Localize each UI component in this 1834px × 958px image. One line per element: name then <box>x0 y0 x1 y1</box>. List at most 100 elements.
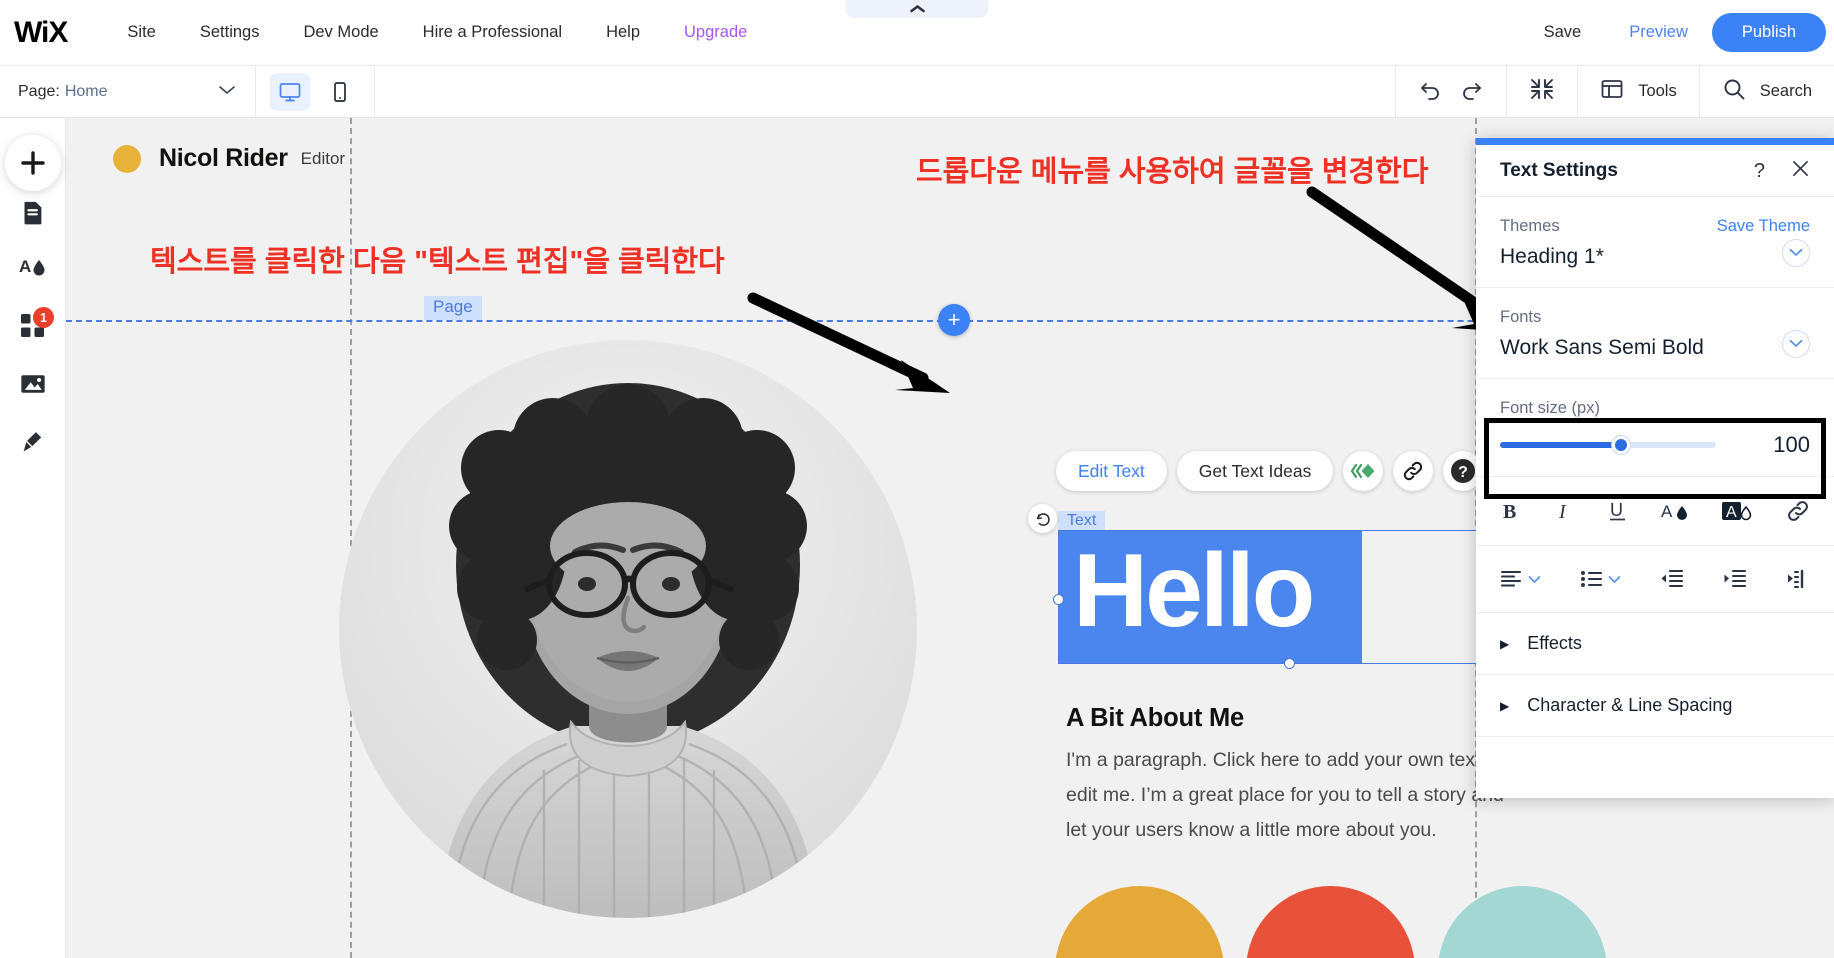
svg-text:?: ? <box>1458 464 1468 481</box>
text-highlight-icon[interactable]: A <box>1722 499 1754 523</box>
wix-logo[interactable]: WiX <box>14 16 67 50</box>
fonts-label: Fonts <box>1500 308 1541 327</box>
resize-handle-left[interactable] <box>1053 594 1064 605</box>
get-text-ideas-button[interactable]: Get Text Ideas <box>1177 451 1334 491</box>
collapse-topbar-handle[interactable] <box>846 0 989 18</box>
triangle-right-icon: ▶ <box>1500 637 1509 651</box>
link-icon[interactable] <box>1786 499 1810 523</box>
font-size-slider-fill <box>1500 442 1621 448</box>
zoom-out-button[interactable] <box>1506 66 1577 117</box>
themes-row-top: Themes Save Theme <box>1500 217 1810 236</box>
effects-accordion[interactable]: ▶ Effects <box>1476 613 1834 675</box>
chevron-down-icon <box>1528 575 1541 584</box>
menu-item-dev-mode[interactable]: Dev Mode <box>281 23 400 42</box>
resize-handle-bottom[interactable] <box>1284 658 1295 669</box>
edit-text-button[interactable]: Edit Text <box>1056 451 1167 491</box>
page-selector[interactable]: Page: Home <box>0 66 256 117</box>
page-icon <box>20 199 47 226</box>
site-brand: Nicol Rider Editor <box>113 144 345 173</box>
circle-button-resume[interactable]: Resume <box>1055 886 1224 958</box>
sidebar-item-media[interactable] <box>11 362 55 406</box>
theme-selector[interactable]: Heading 1* <box>1500 236 1810 269</box>
desktop-view-button[interactable] <box>270 73 310 111</box>
reset-element-button[interactable] <box>1028 504 1057 533</box>
svg-text:I: I <box>1558 501 1567 523</box>
menu-item-site[interactable]: Site <box>105 23 177 42</box>
sidebar-item-pages[interactable] <box>11 190 55 234</box>
font-size-slider[interactable] <box>1500 442 1716 448</box>
fonts-row-top: Fonts <box>1500 308 1810 327</box>
text-direction-icon[interactable] <box>1786 568 1810 590</box>
search-button[interactable]: Search <box>1699 66 1834 117</box>
annotation-arrow-left <box>745 290 985 405</box>
tools-button[interactable]: Tools <box>1577 66 1699 117</box>
sidebar-item-site-design[interactable]: A <box>11 246 55 290</box>
font-size-slider-knob[interactable] <box>1612 436 1630 454</box>
help-icon: ? <box>1449 457 1477 485</box>
annotation-left-text: 텍스트를 클릭한 다음 "텍스트 편집"을 클릭한다 <box>150 238 725 280</box>
page-selector-value: Home <box>65 83 108 101</box>
sidebar-item-add-elements[interactable] <box>5 135 61 191</box>
tools-label: Tools <box>1638 82 1677 101</box>
bullet-list-icon[interactable] <box>1580 568 1621 590</box>
animation-icon <box>1350 461 1376 481</box>
menu-item-hire-a-professional[interactable]: Hire a Professional <box>401 23 584 42</box>
chevron-down-icon <box>1608 575 1621 584</box>
search-icon <box>1722 77 1746 106</box>
circle-button-projects[interactable]: Projects <box>1246 886 1415 958</box>
underline-icon[interactable]: U <box>1607 499 1629 523</box>
font-size-value[interactable]: 100 <box>1773 432 1810 458</box>
text-color-icon[interactable]: A <box>1661 499 1691 523</box>
editor-toolbar-right: Tools Search <box>1395 66 1834 117</box>
outdent-icon[interactable] <box>1660 568 1684 590</box>
animation-button[interactable] <box>1343 451 1383 491</box>
save-button[interactable]: Save <box>1520 23 1606 42</box>
indent-icon[interactable] <box>1723 568 1747 590</box>
page-section-tag: Page <box>424 296 482 320</box>
profile-photo[interactable] <box>339 340 917 918</box>
about-paragraph[interactable]: I'm a paragraph. Click here to add your … <box>1066 743 1521 848</box>
font-size-label: Font size (px) <box>1500 399 1600 418</box>
text-settings-panel: Text Settings ? Themes Save Theme Headin… <box>1476 138 1834 798</box>
chevron-down-icon[interactable] <box>1782 239 1810 267</box>
menu-item-settings[interactable]: Settings <box>178 23 282 42</box>
brand-dot-icon <box>113 145 141 173</box>
circle-button-contact[interactable]: Contact <box>1438 886 1607 958</box>
menu-item-help[interactable]: Help <box>584 23 662 42</box>
redo-icon[interactable] <box>1458 77 1484 106</box>
sidebar-item-apps[interactable]: 1 <box>11 304 55 348</box>
help-icon[interactable]: ? <box>1754 161 1765 181</box>
image-icon <box>19 370 47 398</box>
about-heading[interactable]: A Bit About Me <box>1066 704 1244 733</box>
close-icon[interactable] <box>1791 159 1810 182</box>
viewport-switcher <box>256 66 375 117</box>
undo-redo-group <box>1395 66 1506 117</box>
svg-text:A: A <box>19 257 31 276</box>
menu-item-upgrade[interactable]: Upgrade <box>662 23 769 42</box>
chevron-down-icon[interactable] <box>1782 330 1810 358</box>
publish-button[interactable]: Publish <box>1712 13 1826 52</box>
selected-text-element[interactable]: Hello <box>1058 530 1513 664</box>
undo-icon[interactable] <box>1418 77 1444 106</box>
mobile-view-button[interactable] <box>320 73 360 111</box>
text-align-icon[interactable] <box>1500 568 1541 590</box>
panel-header-actions: ? <box>1754 159 1810 182</box>
preview-button[interactable]: Preview <box>1605 23 1712 42</box>
search-label: Search <box>1760 82 1812 101</box>
font-family-selector[interactable]: Work Sans Semi Bold <box>1500 327 1810 360</box>
italic-icon[interactable]: I <box>1554 499 1576 523</box>
save-theme-link[interactable]: Save Theme <box>1717 217 1810 236</box>
left-sidebar: A 1 <box>0 118 66 958</box>
chevron-down-icon <box>217 83 237 101</box>
link-icon <box>1402 460 1424 482</box>
hello-text: Hello <box>1073 525 1312 657</box>
sidebar-item-blog[interactable] <box>11 420 55 464</box>
character-line-spacing-label: Character & Line Spacing <box>1527 695 1732 716</box>
link-button[interactable] <box>1393 451 1433 491</box>
character-line-spacing-accordion[interactable]: ▶ Character & Line Spacing <box>1476 675 1834 737</box>
bold-icon[interactable]: B <box>1500 499 1522 523</box>
font-size-section: Font size (px) 100 <box>1476 379 1834 477</box>
editor-toolbar: Page: Home <box>0 66 1834 118</box>
panel-title: Text Settings <box>1500 160 1618 182</box>
text-format-toolbar: B I U A A <box>1476 477 1834 546</box>
